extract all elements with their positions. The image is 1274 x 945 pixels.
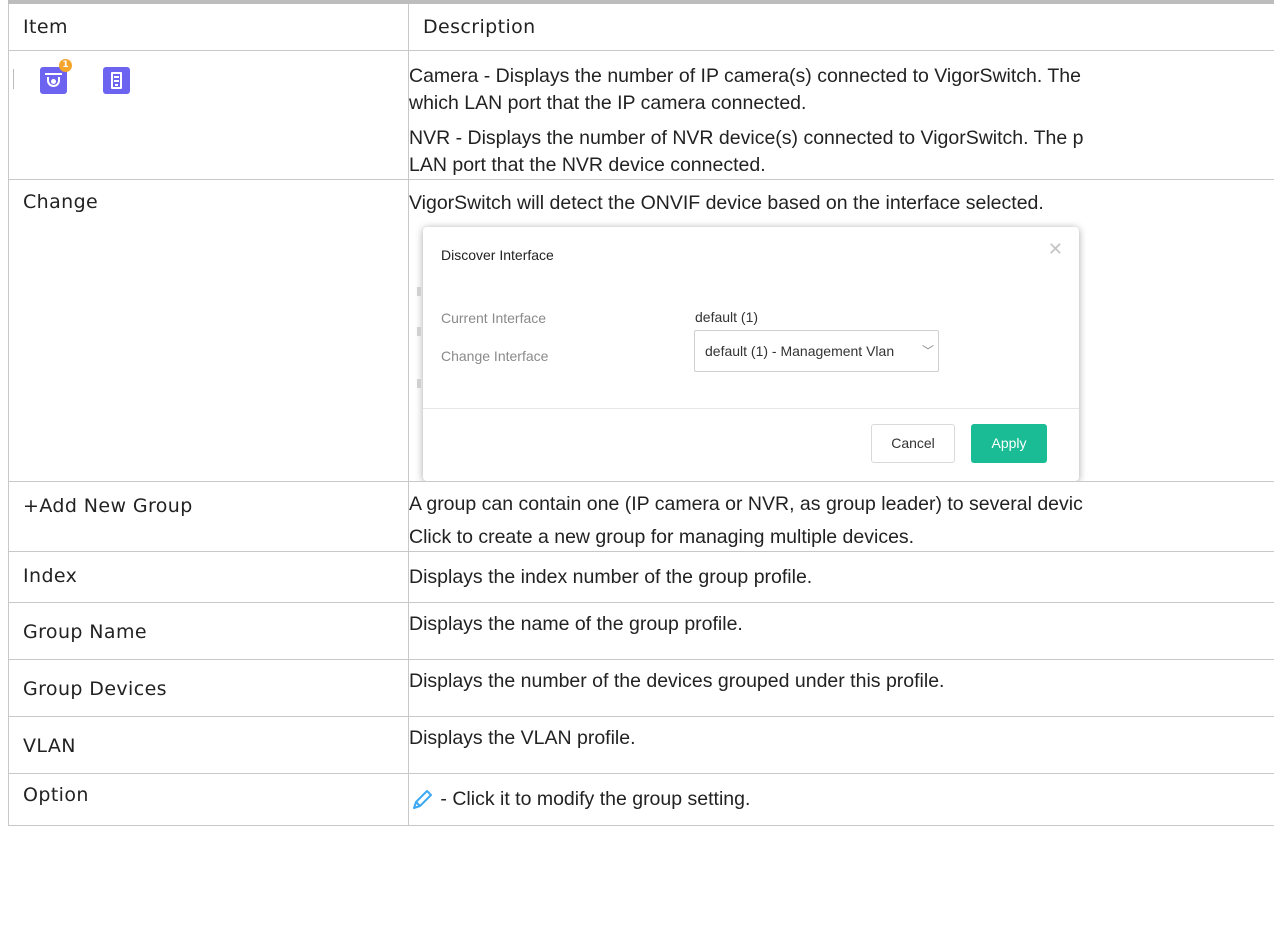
- apply-button[interactable]: Apply: [971, 424, 1047, 463]
- discover-interface-dialog: Discover Interface ✕ Current Interface d…: [417, 227, 1079, 481]
- group-devices-item-cell: Group Devices: [8, 659, 409, 717]
- change-description: VigorSwitch will detect the ONVIF device…: [409, 192, 1044, 214]
- description-table: Item Description 1 Camera - Displays the…: [8, 0, 1274, 826]
- vlan-description-cell: Displays the VLAN profile.: [408, 716, 1274, 774]
- header-item-cell: Item: [8, 0, 409, 51]
- camera-description-line-1: Camera - Displays the number of IP camer…: [409, 65, 1081, 87]
- vlan-item-cell: VLAN: [8, 716, 409, 774]
- change-item-cell: Change: [8, 179, 409, 482]
- table-row-option: Option - Click it to modify the group se…: [8, 773, 1274, 826]
- index-description-cell: Displays the index number of the group p…: [408, 551, 1274, 603]
- row-item-label: Change: [23, 191, 99, 213]
- camera-count-badge: 1: [59, 59, 72, 72]
- table-row-group-devices: Group Devices Displays the number of the…: [8, 659, 1274, 717]
- background-fragment: [417, 287, 421, 296]
- background-fragment: [417, 379, 421, 388]
- change-interface-select[interactable]: default (1) - Management Vlan ﹀: [694, 330, 939, 372]
- change-interface-label: Change Interface: [441, 348, 549, 364]
- vlan-description: Displays the VLAN profile.: [409, 727, 636, 749]
- table-row-icons: 1 Camera - Displays the number of IP cam…: [8, 50, 1274, 180]
- divider: [13, 69, 14, 89]
- current-interface-label: Current Interface: [441, 310, 547, 326]
- table-row-change: Change VigorSwitch will detect the ONVIF…: [8, 179, 1274, 482]
- current-interface-value: default (1): [695, 309, 759, 325]
- row-item-label: Option: [23, 784, 89, 806]
- nvr-description-line-2: LAN port that the NVR device connected.: [409, 154, 766, 176]
- add-group-description-line-1: A group can contain one (IP camera or NV…: [409, 493, 1083, 515]
- change-interface-selected-value: default (1) - Management Vlan: [705, 343, 895, 359]
- icons-description-cell: Camera - Displays the number of IP camer…: [408, 50, 1274, 180]
- option-description-cell: - Click it to modify the group setting.: [408, 773, 1274, 826]
- chevron-down-icon: ﹀: [921, 344, 934, 358]
- header-item: Item: [23, 16, 68, 38]
- row-item-label: Group Devices: [23, 678, 167, 700]
- dialog-divider: [423, 408, 1079, 409]
- add-group-item-cell: +Add New Group: [8, 481, 409, 552]
- row-item-label: VLAN: [23, 735, 76, 757]
- cancel-button[interactable]: Cancel: [871, 424, 955, 463]
- table-row-group-name: Group Name Displays the name of the grou…: [8, 602, 1274, 660]
- group-devices-description-cell: Displays the number of the devices group…: [408, 659, 1274, 717]
- background-fragment: [417, 327, 421, 336]
- group-name-item-cell: Group Name: [8, 602, 409, 660]
- group-devices-description: Displays the number of the devices group…: [409, 670, 945, 692]
- close-icon[interactable]: ✕: [1048, 239, 1063, 260]
- option-description: - Click it to modify the group setting.: [435, 788, 751, 810]
- option-item-cell: Option: [8, 773, 409, 826]
- nvr-description-line-1: NVR - Displays the number of NVR device(…: [409, 127, 1084, 149]
- row-item-label: Group Name: [23, 621, 147, 643]
- header-description-cell: Description: [408, 0, 1274, 51]
- table-row-vlan: VLAN Displays the VLAN profile.: [8, 716, 1274, 774]
- header-description: Description: [423, 16, 536, 38]
- table-row-add-group: +Add New Group A group can contain one (…: [8, 481, 1274, 552]
- add-group-description-cell: A group can contain one (IP camera or NV…: [408, 481, 1274, 552]
- icons-item-cell: 1: [8, 50, 409, 180]
- nvr-icon: [103, 67, 130, 94]
- group-name-description-cell: Displays the name of the group profile.: [408, 602, 1274, 660]
- icons-group: 1: [9, 51, 408, 111]
- row-item-label: +Add New Group: [23, 495, 193, 517]
- index-description: Displays the index number of the group p…: [409, 566, 813, 588]
- table-header-row: Item Description: [8, 0, 1274, 51]
- add-group-description-line-2: Click to create a new group for managing…: [409, 526, 915, 548]
- index-item-cell: Index: [8, 551, 409, 603]
- camera-description-line-2: which LAN port that the IP camera connec…: [409, 92, 807, 114]
- row-item-label: Index: [23, 565, 78, 587]
- group-name-description: Displays the name of the group profile.: [409, 613, 743, 635]
- dialog-title: Discover Interface: [441, 247, 554, 263]
- change-description-cell: VigorSwitch will detect the ONVIF device…: [408, 179, 1274, 482]
- pencil-icon: [409, 787, 435, 813]
- table-row-index: Index Displays the index number of the g…: [8, 551, 1274, 603]
